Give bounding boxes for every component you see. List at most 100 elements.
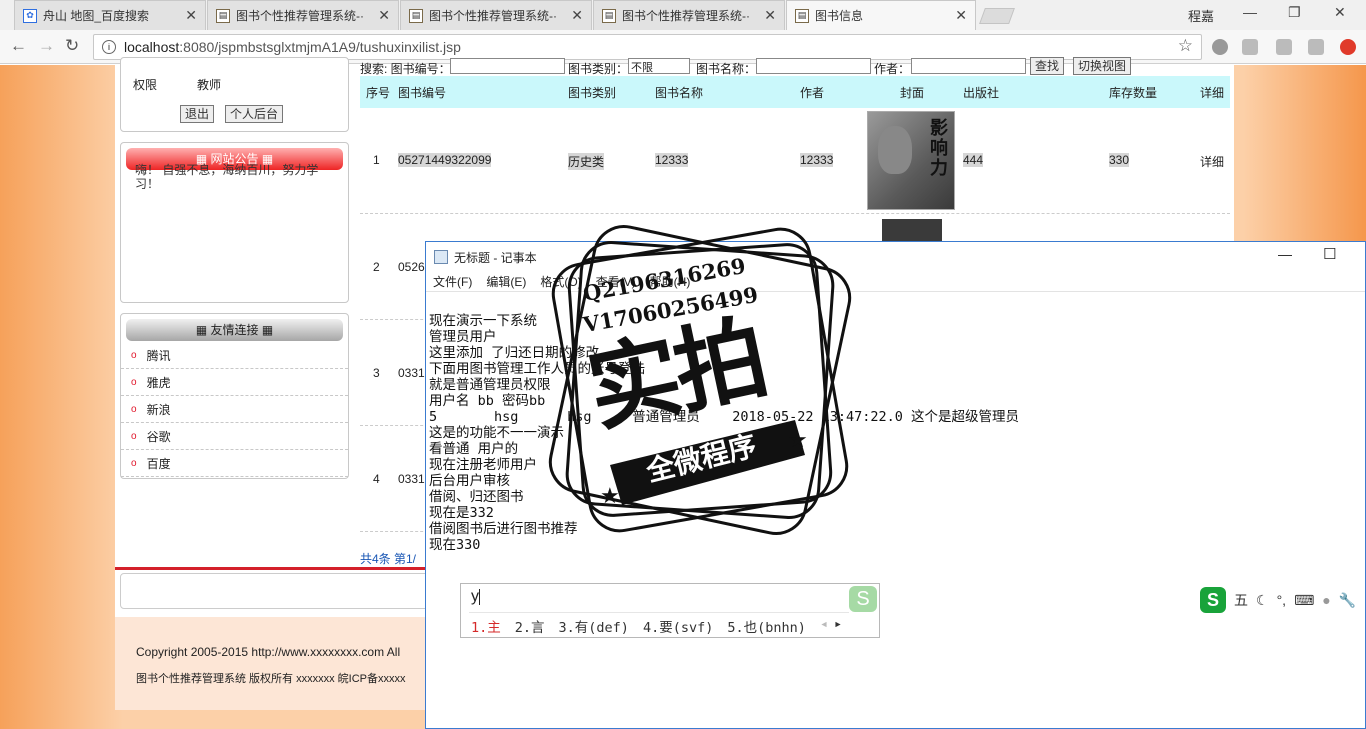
punctuation-icon[interactable]: °, <box>1277 592 1287 608</box>
bullet-icon: o <box>131 430 137 442</box>
close-icon[interactable]: ✕ <box>955 7 967 24</box>
tab-title: 图书信息 <box>815 9 864 23</box>
extension-icon[interactable] <box>1242 39 1258 55</box>
row-stock: 330 <box>1109 153 1130 167</box>
row-code: 0526 <box>398 260 425 274</box>
bullet-icon: o <box>131 376 137 388</box>
extension-icon[interactable] <box>1308 39 1324 55</box>
link-item[interactable]: o 雅虎 <box>121 369 348 396</box>
extension-icon[interactable] <box>1212 39 1228 55</box>
row-code: 0331 <box>398 366 425 380</box>
logout-button[interactable]: 退出 <box>180 105 215 123</box>
profile-name[interactable]: 程嘉 <box>1188 6 1214 25</box>
wrench-icon[interactable]: 🔧 <box>1339 592 1356 609</box>
close-icon[interactable]: ✕ <box>764 7 776 24</box>
link-item[interactable]: o 腾讯 <box>121 342 348 369</box>
tab-title: 图书个性推荐管理系统-· <box>429 9 557 23</box>
perm-value: 教师 <box>197 78 222 92</box>
pager-text[interactable]: 共4条 第1/ <box>360 550 416 567</box>
table-header: 序号 图书编号 图书类别 图书名称 作者 封面 出版社 库存数量 详细 <box>360 76 1230 108</box>
doc-icon: ▤ <box>795 8 809 23</box>
next-page-icon[interactable]: ▸ <box>834 616 842 636</box>
url-host: localhost <box>124 39 180 55</box>
search-author-input[interactable] <box>911 58 1026 74</box>
browser-tab-1[interactable]: ✿ 舟山 地图_百度搜索 ✕ <box>14 0 206 30</box>
personal-backend-button[interactable]: 个人后台 <box>225 105 284 123</box>
search-code-input[interactable] <box>450 58 565 74</box>
info-icon[interactable]: i <box>102 40 116 54</box>
table-row: 1 05271449322099 历史类 12333 12333 影响力 444… <box>360 108 1230 214</box>
prev-page-icon[interactable]: ◂ <box>820 616 828 636</box>
row-no: 4 <box>373 472 380 486</box>
star-icon: ★ <box>600 483 620 508</box>
close-icon[interactable]: ✕ <box>571 7 583 24</box>
close-window-icon[interactable]: ✕ <box>1334 4 1346 21</box>
menu-edit[interactable]: 编辑(E) <box>486 273 526 290</box>
ime-status-bar: S 五 ☾ °, ⌨ ● 🔧 <box>1200 586 1364 614</box>
ime-candidate[interactable]: 3.有(def) <box>559 616 629 636</box>
search-name-input[interactable] <box>756 58 871 74</box>
col-cover: 封面 <box>900 85 925 100</box>
col-no: 序号 <box>366 85 391 100</box>
notepad-title: 无标题 - 记事本 <box>454 250 537 265</box>
maximize-icon[interactable]: ☐ <box>1323 245 1336 263</box>
sogou-logo-icon[interactable]: S <box>1200 587 1226 613</box>
notice-box: ▦ 网站公告 ▦ 嗨！ 自强不息，海纳百川，努力学习！ <box>120 142 349 303</box>
ime-candidates: 1.主 2.言 3.有(def) 4.要(svf) 5.也(bnhn) ◂ ▸ <box>471 616 842 636</box>
close-icon[interactable]: ✕ <box>378 7 390 24</box>
tab-title: 图书个性推荐管理系统-· <box>236 9 364 23</box>
col-publisher: 出版社 <box>963 85 1000 100</box>
ime-composition: y <box>471 588 480 605</box>
ime-candidate[interactable]: 4.要(svf) <box>643 616 713 636</box>
watermark-stamp: ★ ★ Q2196316269 V17060256499 实拍 全微程序 <box>540 215 860 555</box>
browser-tab-5[interactable]: ▤ 图书信息 ✕ <box>786 0 976 30</box>
new-tab-button[interactable] <box>979 8 1015 24</box>
moon-icon[interactable]: ☾ <box>1256 592 1269 609</box>
row-code: 05271449322099 <box>398 153 492 167</box>
ime-mode[interactable]: 五 <box>1234 590 1248 610</box>
tab-title: 舟山 地图_百度搜索 <box>43 9 150 23</box>
browser-tab-3[interactable]: ▤ 图书个性推荐管理系统-· ✕ <box>400 0 592 30</box>
browser-tabstrip: ✿ 舟山 地图_百度搜索 ✕ ▤ 图书个性推荐管理系统-· ✕ ▤ 图书个性推荐… <box>0 0 1366 30</box>
browser-tab-4[interactable]: ▤ 图书个性推荐管理系统-· ✕ <box>593 0 785 30</box>
link-item[interactable]: o 新浪 <box>121 396 348 423</box>
keyboard-icon[interactable]: ⌨ <box>1294 592 1314 609</box>
row-no: 1 <box>373 153 380 167</box>
back-icon[interactable]: ← <box>10 36 27 56</box>
bookmark-star-icon[interactable]: ☆ <box>1178 36 1193 56</box>
col-detail: 详细 <box>1200 85 1225 100</box>
extension-icon[interactable] <box>1276 39 1292 55</box>
forward-icon[interactable]: → <box>38 36 55 56</box>
paw-icon: ✿ <box>23 8 37 23</box>
user-icon[interactable]: ● <box>1322 592 1330 608</box>
ime-candidate[interactable]: 2.言 <box>515 616 545 636</box>
find-button[interactable]: 查找 <box>1030 57 1065 75</box>
book-cover-image[interactable] <box>882 219 942 243</box>
row-name: 12333 <box>655 153 689 167</box>
link-item[interactable]: o 百度 <box>121 450 348 477</box>
col-author: 作者 <box>800 85 825 100</box>
row-no: 3 <box>373 366 380 380</box>
restore-icon[interactable]: ❐ <box>1288 4 1301 21</box>
star-icon: ★ <box>788 427 808 452</box>
menu-file[interactable]: 文件(F) <box>433 273 472 290</box>
reload-icon[interactable]: ↻ <box>65 36 79 56</box>
book-cover-image[interactable]: 影响力 <box>867 111 955 210</box>
close-icon[interactable]: ✕ <box>185 7 197 24</box>
switch-view-button[interactable]: 切换视图 <box>1073 57 1132 75</box>
ime-candidate[interactable]: 5.也(bnhn) <box>727 616 806 636</box>
tab-title: 图书个性推荐管理系统-· <box>622 9 750 23</box>
row-code: 0331 <box>398 472 425 486</box>
minimize-icon[interactable]: — <box>1243 4 1257 20</box>
browser-tab-2[interactable]: ▤ 图书个性推荐管理系统-· ✕ <box>207 0 399 30</box>
link-item[interactable]: o 谷歌 <box>121 423 348 450</box>
col-category: 图书类别 <box>568 85 617 100</box>
cover-title-glyph: 影响力 <box>930 118 948 178</box>
ime-candidate[interactable]: 1.主 <box>471 616 501 636</box>
bullet-icon: o <box>131 457 137 469</box>
extension-icon[interactable] <box>1340 39 1356 55</box>
row-detail-link[interactable]: 详细 <box>1200 153 1224 170</box>
notice-text: 嗨！ 自强不息，海纳百川，努力学习！ <box>135 163 319 191</box>
category-select[interactable]: 不限 <box>628 58 690 74</box>
minimize-icon[interactable]: — <box>1278 246 1292 262</box>
